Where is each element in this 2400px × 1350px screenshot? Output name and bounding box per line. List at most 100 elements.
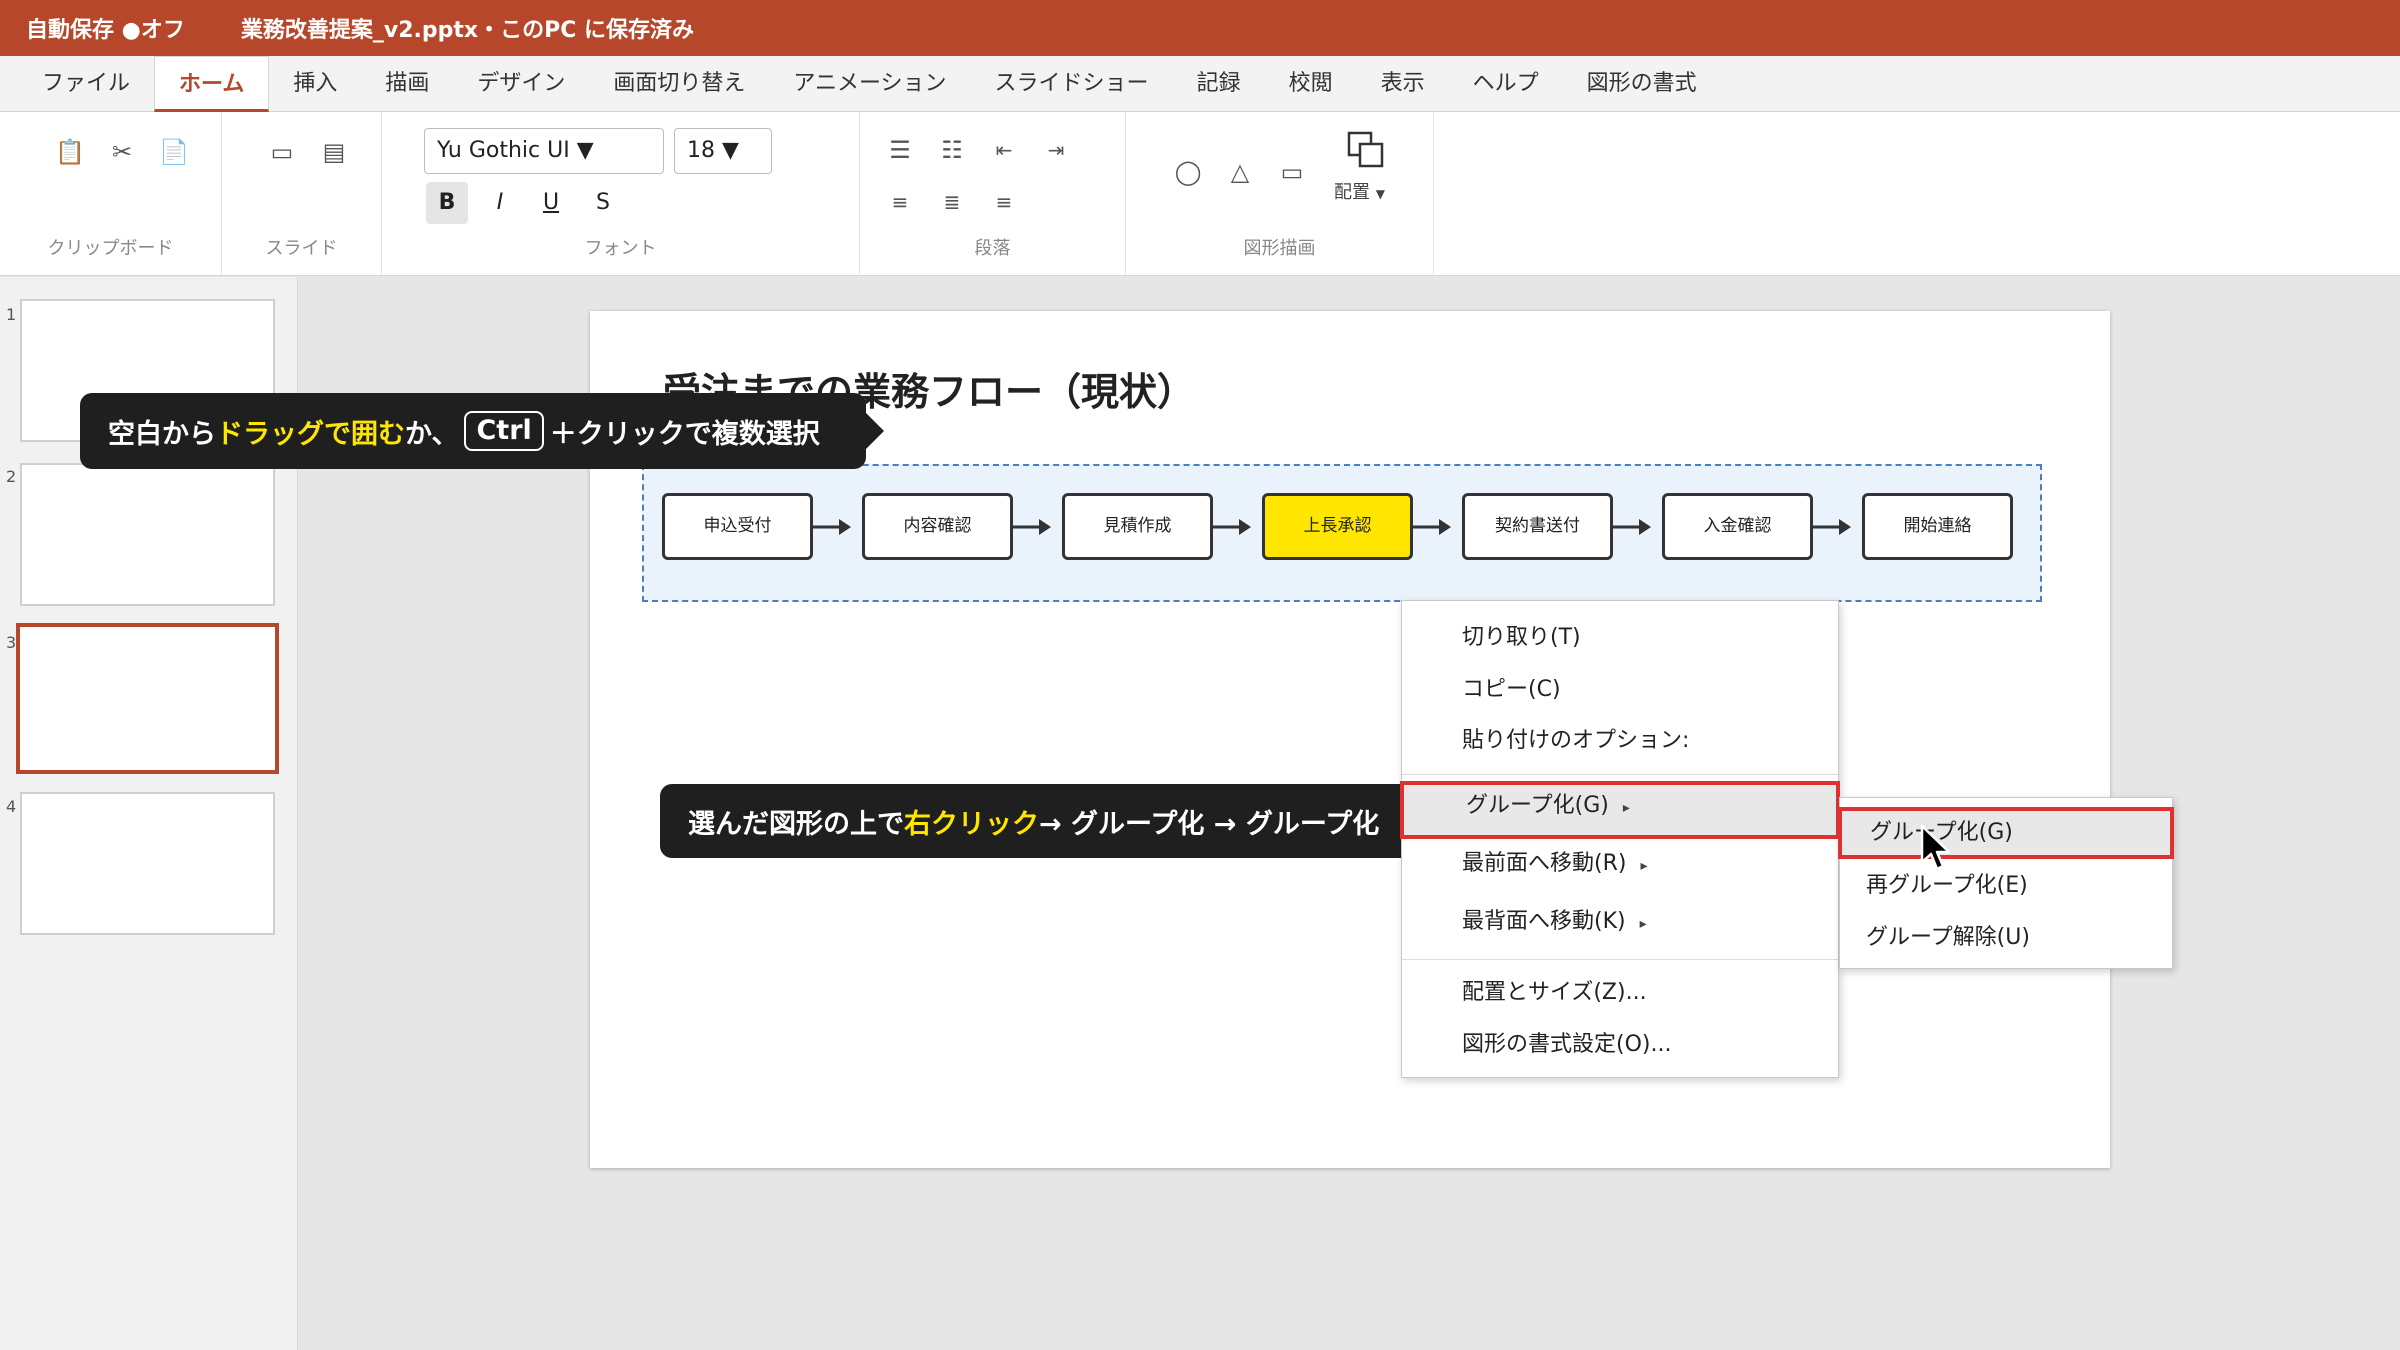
- align-left-icon[interactable]: ≡: [882, 184, 918, 220]
- callout-tail: [866, 413, 884, 449]
- clipboard-group: 📋 ✂ 📄 クリップボード: [0, 112, 222, 276]
- paragraph-group: ☰ ☷ ⇤ ⇥ ≡ ≣ ≡ 段落: [860, 112, 1126, 276]
- italic-button[interactable]: I: [479, 182, 521, 224]
- triangle-shape-icon[interactable]: △: [1222, 154, 1258, 190]
- menu-separator: [1402, 959, 1838, 960]
- callout-text: → グループ化 → グループ化: [1039, 808, 1380, 840]
- title-bar: 自動保存 ●オフ 業務改善提案_v2.pptx・このPC に保存済み: [0, 0, 2400, 56]
- arrange-button[interactable]: 配置 ▼: [1334, 178, 1385, 204]
- menu-item-bring-to-front[interactable]: 最前面へ移動(R) ▸: [1402, 839, 1838, 889]
- submenu-arrow-icon: ▸: [1622, 800, 1630, 816]
- tab-slideshow[interactable]: スライドショー: [971, 56, 1173, 112]
- slides-group: ▭ ▤ スライド: [222, 112, 382, 276]
- menu-item-format-shape[interactable]: 図形の書式設定(O)...: [1402, 1020, 1838, 1070]
- flow-step[interactable]: 申込受付: [662, 493, 813, 560]
- menu-item-paste-options[interactable]: 貼り付けのオプション:: [1402, 716, 1838, 766]
- tab-help[interactable]: ヘルプ: [1449, 56, 1563, 112]
- bullets-icon[interactable]: ☰: [882, 132, 918, 168]
- tab-shape-format[interactable]: 図形の書式: [1563, 56, 1721, 112]
- slide-thumbnail-3[interactable]: [16, 623, 279, 774]
- callout-text: 選んだ図形の上で: [688, 808, 904, 840]
- menu-item-copy[interactable]: コピー(C): [1402, 665, 1838, 715]
- submenu-item-group[interactable]: グループ化(G): [1838, 807, 2174, 859]
- strikethrough-button[interactable]: S: [582, 182, 624, 224]
- underline-button[interactable]: U: [530, 182, 572, 224]
- arrow-right-icon: [1013, 519, 1051, 535]
- menu-item-group[interactable]: グループ化(G) ▸: [1400, 781, 1840, 839]
- menu-item-cut[interactable]: 切り取り(T): [1402, 613, 1838, 663]
- chevron-down-icon: ▼: [1375, 187, 1385, 201]
- slides-label: スライド: [265, 238, 338, 259]
- menu-item-send-to-back[interactable]: 最背面へ移動(K) ▸: [1402, 897, 1838, 947]
- document-title: 業務改善提案_v2.pptx・このPC に保存済み: [240, 18, 694, 43]
- menu-separator: [1402, 774, 1838, 775]
- drawing-group: ◯ △ ▭ 配置 ▼ 図形描画: [1126, 112, 1434, 276]
- arrow-right-icon: [1213, 519, 1251, 535]
- menu-item-size-position[interactable]: 配置とサイズ(Z)...: [1402, 968, 1838, 1018]
- arrow-right-icon: [1813, 519, 1851, 535]
- new-slide-icon[interactable]: ▭: [264, 134, 300, 170]
- layout-icon[interactable]: ▤: [316, 134, 352, 170]
- arrow-right-icon: [1413, 519, 1451, 535]
- font-label: フォント: [584, 238, 657, 259]
- thumb-number: 4: [6, 797, 17, 816]
- mouse-pointer-icon: [1920, 824, 1951, 871]
- instruction-callout-group: 選んだ図形の上で 右クリック → グループ化 → グループ化: [660, 784, 1426, 858]
- group-submenu: グループ化(G) 再グループ化(E) グループ解除(U): [1838, 797, 2174, 969]
- instruction-callout-select: 空白から ドラッグで囲む か、 Ctrl ＋クリックで複数選択: [80, 393, 866, 469]
- submenu-arrow-icon: ▸: [1639, 916, 1647, 932]
- rectangle-shape-icon[interactable]: ▭: [1274, 154, 1310, 190]
- slide-thumbnail-4[interactable]: [20, 792, 275, 935]
- tab-insert[interactable]: 挿入: [269, 56, 361, 112]
- tab-file[interactable]: ファイル: [18, 56, 154, 112]
- callout-text: か、: [405, 418, 459, 450]
- clipboard-label: クリップボード: [47, 238, 174, 259]
- submenu-item-ungroup[interactable]: グループ解除(U): [1840, 912, 2172, 964]
- submenu-item-regroup[interactable]: 再グループ化(E): [1840, 860, 2172, 912]
- tab-design[interactable]: デザイン: [453, 56, 589, 112]
- tab-draw[interactable]: 描画: [361, 56, 453, 112]
- font-group: Yu Gothic UI ▼ 18 ▼ B I U S フォント: [382, 112, 860, 276]
- paste-icon[interactable]: 📋: [52, 134, 88, 170]
- flow-step[interactable]: 契約書送付: [1462, 493, 1613, 560]
- thumb-number: 3: [6, 633, 17, 652]
- cut-icon[interactable]: ✂: [104, 134, 140, 170]
- context-menu: 切り取り(T) コピー(C) 貼り付けのオプション: グループ化(G) ▸ 最前面…: [1400, 600, 1840, 1078]
- flow-step[interactable]: 入金確認: [1662, 493, 1813, 560]
- slide-thumbnail-2[interactable]: [20, 463, 275, 606]
- flow-step[interactable]: 見積作成: [1062, 493, 1213, 560]
- submenu-arrow-icon: ▸: [1640, 858, 1648, 874]
- thumb-number: 1: [6, 305, 17, 324]
- align-right-icon[interactable]: ≡: [986, 184, 1022, 220]
- numbering-icon[interactable]: ☷: [934, 132, 970, 168]
- arrow-right-icon: [1613, 519, 1651, 535]
- tab-view[interactable]: 表示: [1357, 56, 1449, 112]
- bold-button[interactable]: B: [426, 182, 468, 224]
- flow-step[interactable]: 内容確認: [862, 493, 1013, 560]
- paragraph-label: 段落: [974, 238, 1011, 259]
- decrease-indent-icon[interactable]: ⇤: [986, 132, 1022, 168]
- arrange-label: 配置: [1334, 182, 1370, 203]
- menu-item-label: 最背面へ移動(K): [1462, 909, 1626, 934]
- tab-review[interactable]: 校閲: [1265, 56, 1357, 112]
- tab-record[interactable]: 記録: [1173, 56, 1265, 112]
- arrange-icon[interactable]: [1346, 130, 1386, 170]
- callout-text: ＋クリックで複数選択: [549, 418, 820, 450]
- autosave-toggle[interactable]: 自動保存 ●オフ: [26, 12, 185, 44]
- align-center-icon[interactable]: ≣: [934, 184, 970, 220]
- flow-step-highlighted[interactable]: 上長承認: [1262, 493, 1413, 560]
- arrow-right-icon: [813, 519, 851, 535]
- font-name-select[interactable]: Yu Gothic UI ▼: [424, 128, 664, 174]
- tab-animations[interactable]: アニメーション: [769, 56, 970, 112]
- drawing-label: 図形描画: [1243, 238, 1316, 259]
- increase-indent-icon[interactable]: ⇥: [1038, 132, 1074, 168]
- callout-highlight: 右クリック: [904, 808, 1039, 840]
- oval-shape-icon[interactable]: ◯: [1170, 154, 1206, 190]
- font-size-select[interactable]: 18 ▼: [674, 128, 772, 174]
- ribbon: 📋 ✂ 📄 クリップボード ▭ ▤ スライド Yu Gothic UI ▼ 18…: [0, 112, 2400, 276]
- tab-transitions[interactable]: 画面切り替え: [589, 56, 769, 112]
- tab-home[interactable]: ホーム: [154, 55, 270, 112]
- thumb-number: 2: [6, 467, 17, 486]
- copy-icon[interactable]: 📄: [156, 134, 192, 170]
- flow-step[interactable]: 開始連絡: [1862, 493, 2013, 560]
